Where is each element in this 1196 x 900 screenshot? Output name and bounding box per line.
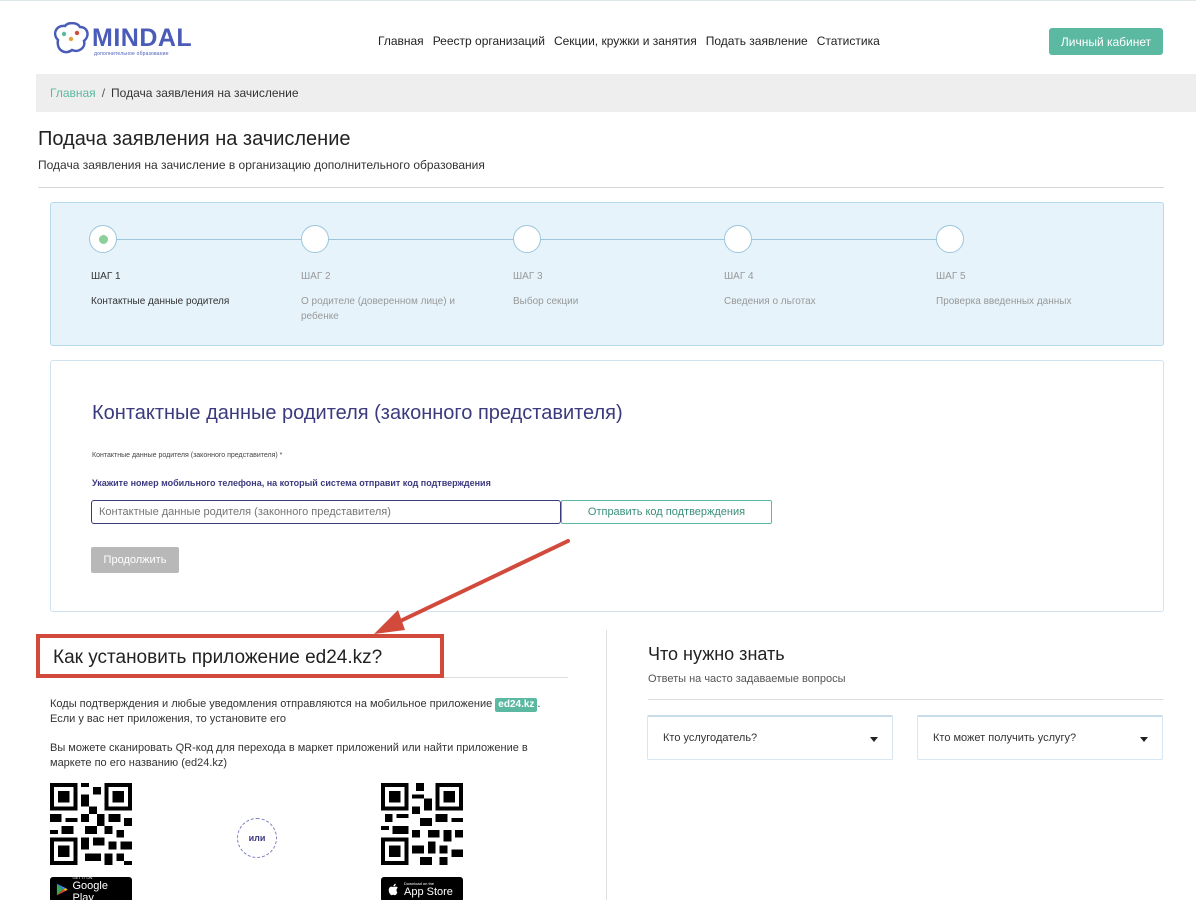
step-5-desc: Проверка введенных данных [936, 296, 1072, 307]
nav-item-home[interactable]: Главная [378, 34, 424, 48]
step-1-label: ШАГ 1 [91, 271, 121, 282]
step-1-desc: Контактные данные родителя [91, 296, 230, 307]
step-5-indicator [936, 225, 964, 253]
app-store-qr-code-icon[interactable] [381, 783, 463, 865]
install-description: Коды подтверждения и любые уведомления о… [50, 697, 550, 727]
breadcrumb-current: Подача заявления на зачисление [111, 86, 299, 100]
breadcrumb: Главная / Подача заявления на зачисление [36, 74, 1196, 112]
install-qr-description: Вы можете сканировать QR-код для переход… [50, 742, 528, 769]
personal-cabinet-button[interactable]: Личный кабинет [1049, 28, 1163, 55]
form-title: Контактные данные родителя (законного пр… [92, 402, 623, 424]
phone-input[interactable] [91, 500, 561, 524]
step-4-label: ШАГ 4 [724, 271, 754, 282]
faq-title: Что нужно знать [648, 644, 785, 664]
faq-item-label: Кто может получить услугу? [933, 732, 1077, 744]
phone-hint: Укажите номер мобильного телефона, на ко… [92, 478, 491, 488]
google-play-text: Google Play [72, 880, 108, 900]
apple-icon [388, 883, 398, 896]
google-play-qr-code-icon[interactable] [50, 783, 132, 865]
install-title: Как установить приложение ed24.kz? [53, 647, 383, 668]
google-play-badge[interactable]: GET IT ON Google Play [50, 875, 132, 900]
logo[interactable]: MINDAL дополнительное образование [50, 22, 220, 62]
step-3-desc: Выбор секции [513, 296, 579, 307]
page-title: Подача заявления на зачисление [38, 128, 351, 150]
caret-down-icon [870, 737, 878, 742]
app-store-badge[interactable]: Download on the App Store [381, 877, 463, 900]
step-1-indicator [89, 225, 117, 253]
ed24-badge: ed24.kz [495, 698, 538, 712]
nav-item-sections[interactable]: Секции, кружки и занятия [554, 34, 697, 48]
faq-item-eligibility[interactable]: Кто может получить услугу? [917, 715, 1163, 760]
page-subtitle: Подача заявления на зачисление в организ… [38, 158, 485, 172]
caret-down-icon [1140, 737, 1148, 742]
step-3-label: ШАГ 3 [513, 271, 543, 282]
step-3-indicator [513, 225, 541, 253]
app-store-text: App Store [404, 886, 453, 898]
contact-form-panel: Контактные данные родителя (законного пр… [50, 360, 1164, 612]
steps-panel: ШАГ 1 Контактные данные родителя ШАГ 2 О… [50, 202, 1164, 346]
breadcrumb-home-link[interactable]: Главная [50, 86, 96, 100]
google-play-icon [56, 883, 68, 896]
continue-button[interactable]: Продолжить [91, 547, 179, 573]
logo-subtitle: дополнительное образование [94, 51, 169, 57]
top-border [0, 0, 1196, 1]
or-divider: или [237, 818, 277, 858]
main-nav: Главная Реестр организаций Секции, кружк… [378, 34, 880, 48]
nav-item-statistics[interactable]: Статистика [817, 34, 880, 48]
install-title-highlight: Как установить приложение ed24.kz? [36, 634, 444, 678]
step-4-indicator [724, 225, 752, 253]
step-2-label: ШАГ 2 [301, 271, 331, 282]
logo-name: MINDAL [92, 24, 193, 52]
send-code-button[interactable]: Отправить код подтверждения [561, 500, 772, 524]
faq-item-provider[interactable]: Кто услугодатель? [647, 715, 893, 760]
nav-item-apply[interactable]: Подать заявление [706, 34, 808, 48]
breadcrumb-separator: / [101, 86, 106, 100]
step-4-desc: Сведения о льготах [724, 296, 816, 307]
column-divider [606, 630, 607, 900]
install-text-part1: Коды подтверждения и любые уведомления о… [50, 698, 493, 710]
divider [648, 699, 1163, 700]
mindal-logo-icon [53, 22, 89, 54]
divider [444, 677, 568, 678]
site-header: MINDAL дополнительное образование Главна… [0, 10, 1196, 74]
phone-field-label: Контактные данные родителя (законного пр… [92, 452, 283, 459]
divider [38, 187, 1164, 188]
step-2-indicator [301, 225, 329, 253]
faq-subtitle: Ответы на часто задаваемые вопросы [648, 673, 846, 685]
step-2-desc: О родителе (доверенном лице) и ребенке [301, 296, 455, 322]
nav-item-registry[interactable]: Реестр организаций [433, 34, 545, 48]
faq-item-label: Кто услугодатель? [663, 732, 758, 744]
step-5-label: ШАГ 5 [936, 271, 966, 282]
